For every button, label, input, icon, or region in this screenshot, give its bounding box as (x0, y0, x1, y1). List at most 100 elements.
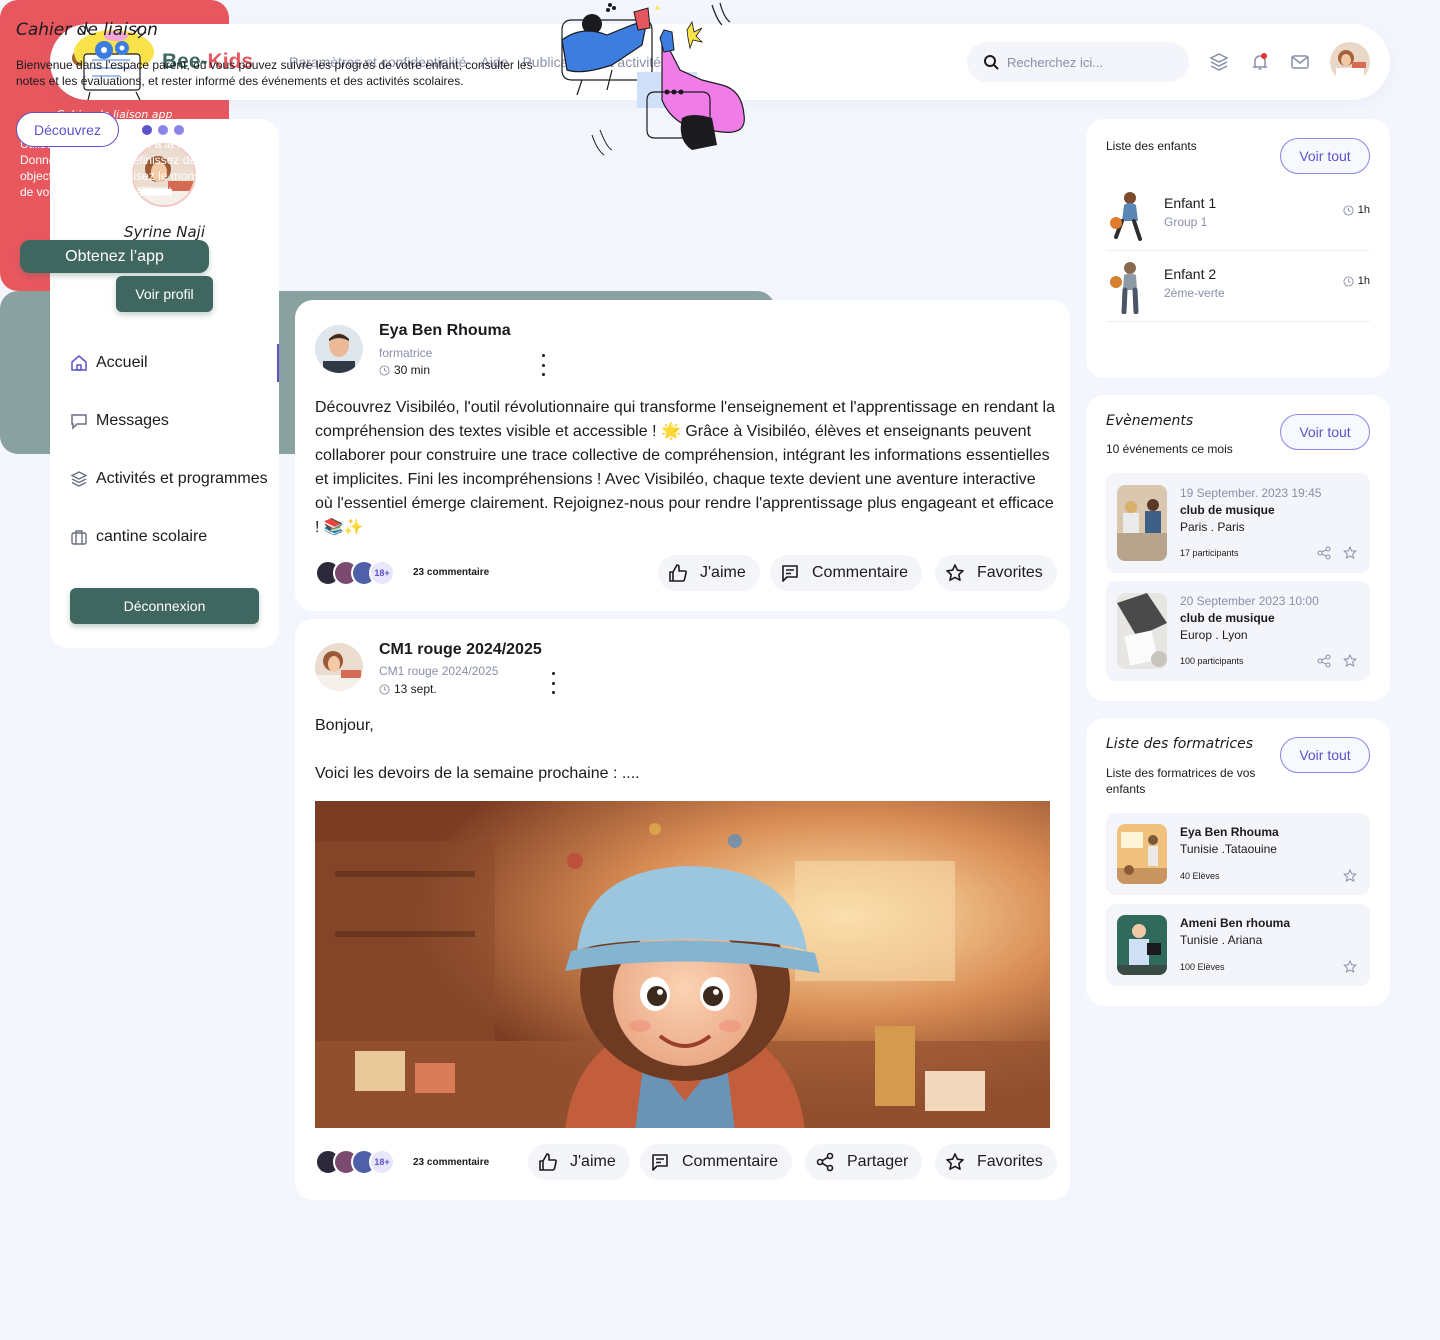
star-icon[interactable] (1343, 546, 1357, 560)
post-author-avatar[interactable] (315, 325, 363, 373)
child-item[interactable]: Enfant 2 2ème-verte 1h (1106, 252, 1370, 322)
logout-button[interactable]: Déconnexion (70, 588, 259, 624)
trainer-thumbnail (1117, 915, 1167, 975)
search-input[interactable] (1007, 54, 1177, 70)
trainer-students: 40 Elèves (1180, 871, 1220, 881)
carousel-dots[interactable] (142, 125, 184, 135)
carousel-dot[interactable] (174, 125, 184, 135)
post-author-name[interactable]: CM1 rouge 2024/2025 (379, 641, 542, 659)
share-label: Partager (847, 1153, 909, 1170)
trainers-see-all-button[interactable]: Voir tout (1280, 737, 1370, 773)
reactors-stack[interactable]: 18+ (315, 1149, 395, 1175)
sidebar-item-home[interactable]: Accueil (70, 354, 290, 372)
child-avatar (1110, 192, 1142, 241)
mail-icon[interactable] (1290, 52, 1310, 72)
comment-button[interactable]: Commentaire (770, 555, 923, 591)
event-item[interactable]: 19 September. 2023 19:45 club de musique… (1106, 473, 1370, 573)
post-text-body: Voici les devoirs de la semaine prochain… (315, 765, 640, 782)
thumbs-up-icon (669, 564, 687, 582)
more-options-icon[interactable] (540, 354, 546, 376)
high-five-illustration (561, 2, 745, 156)
favorite-label: Favorites (977, 1153, 1043, 1170)
child-avatar (1110, 262, 1139, 314)
post-author-avatar[interactable] (315, 643, 363, 691)
get-app-button[interactable]: Obtenez l’app (20, 240, 209, 273)
post-author-name[interactable]: Eya Ben Rhouma (379, 322, 511, 340)
search-icon (984, 55, 999, 70)
children-see-all-button[interactable]: Voir tout (1280, 138, 1370, 174)
more-options-icon[interactable] (550, 672, 556, 694)
post-time-label: 13 sept. (394, 682, 437, 696)
comment-button[interactable]: Commentaire (640, 1144, 793, 1180)
events-title: Evènements (1106, 413, 1194, 429)
trainer-thumbnail (1117, 824, 1167, 884)
post-image[interactable] (315, 801, 1050, 1128)
share-icon (816, 1152, 834, 1172)
carousel-dot[interactable] (142, 125, 152, 135)
post-author-role: CM1 rouge 2024/2025 (379, 664, 499, 678)
search-bar (967, 42, 1189, 82)
view-profile-button[interactable]: Voir profil (116, 276, 213, 312)
comment-count[interactable]: 23 commentaire (413, 1157, 489, 1168)
sidebar-item-messages[interactable]: Messages (70, 412, 290, 430)
favorite-button[interactable]: Favorites (935, 555, 1057, 591)
banner-description: Bienvenue dans l'espace parent, où vous … (16, 58, 533, 88)
event-item[interactable]: 20 September 2023 10:00 club de musique … (1106, 581, 1370, 681)
trainer-name: Eya Ben Rhouma (1180, 825, 1279, 839)
post-text: Découvrez Visibiléo, l'outil révolutionn… (315, 399, 1055, 536)
promo-text-b: à la maison (151, 137, 217, 151)
reactor-count: 18+ (369, 560, 395, 586)
user-avatar[interactable] (1330, 42, 1370, 82)
child-time: 1h (1343, 204, 1370, 216)
child-item[interactable]: Enfant 1 Group 1 1h (1106, 181, 1370, 251)
trainer-item[interactable]: Ameni Ben rhouma Tunisie . Ariana 100 El… (1106, 904, 1370, 986)
share-icon[interactable] (1317, 546, 1331, 560)
event-thumbnail (1117, 593, 1167, 669)
share-button[interactable]: Partager (805, 1144, 923, 1180)
child-name: Enfant 1 (1164, 195, 1217, 211)
event-location: Europ . Lyon (1180, 628, 1248, 642)
favorite-button[interactable]: Favorites (935, 1144, 1057, 1180)
trainer-location: Tunisie .Tataouine (1180, 842, 1277, 856)
event-date: 19 September. 2023 19:45 (1180, 486, 1322, 500)
layers-icon[interactable] (1209, 52, 1229, 72)
sidebar-item-activities[interactable]: Activités et programmes (70, 470, 310, 488)
trainer-item[interactable]: Eya Ben Rhouma Tunisie .Tataouine 40 Elè… (1106, 813, 1370, 895)
feed-post: CM1 rouge 2024/2025 CM1 rouge 2024/2025 … (295, 619, 1070, 1200)
star-icon (946, 564, 964, 581)
child-time-label: 1h (1357, 204, 1370, 216)
favorite-label: Favorites (977, 564, 1043, 581)
profile-name: Syrine Naji (124, 223, 205, 241)
sidebar-item-label: cantine scolaire (96, 528, 208, 545)
discover-button[interactable]: Découvrez (16, 112, 119, 147)
bell-icon[interactable] (1250, 52, 1270, 72)
post-author-role: formatrice (379, 346, 433, 360)
share-icon[interactable] (1317, 654, 1331, 668)
events-see-all-button[interactable]: Voir tout (1280, 414, 1370, 450)
event-participants: 17 participants (1180, 548, 1239, 558)
event-title: club de musique (1180, 503, 1275, 517)
events-card: Evènements 10 événements ce mois Voir to… (1086, 395, 1390, 701)
reactors-stack[interactable]: 18+ (315, 560, 395, 586)
promo-text-em: liaison (117, 137, 152, 151)
sidebar-item-label: Accueil (96, 354, 148, 371)
post-text-greeting: Bonjour, (315, 717, 374, 734)
children-title: Liste des enfants (1106, 139, 1197, 153)
trainers-title: Liste des formatrices (1106, 736, 1253, 752)
clock-icon (1343, 275, 1354, 287)
like-button[interactable]: J'aime (528, 1144, 630, 1180)
comment-label: Commentaire (682, 1153, 779, 1170)
trainer-location: Tunisie . Ariana (1180, 933, 1263, 947)
carousel-dot[interactable] (158, 125, 168, 135)
like-button[interactable]: J'aime (658, 555, 760, 591)
sidebar-item-canteen[interactable]: cantine scolaire (70, 528, 290, 546)
layers-icon (70, 471, 88, 487)
briefcase-icon (71, 530, 87, 545)
trainer-name: Ameni Ben rhouma (1180, 916, 1291, 930)
star-icon[interactable] (1343, 960, 1357, 974)
star-icon[interactable] (1343, 869, 1357, 883)
star-icon[interactable] (1343, 654, 1357, 668)
star-icon (946, 1153, 964, 1170)
thumbs-up-icon (539, 1153, 557, 1171)
comment-count[interactable]: 23 commentaire (413, 567, 489, 578)
